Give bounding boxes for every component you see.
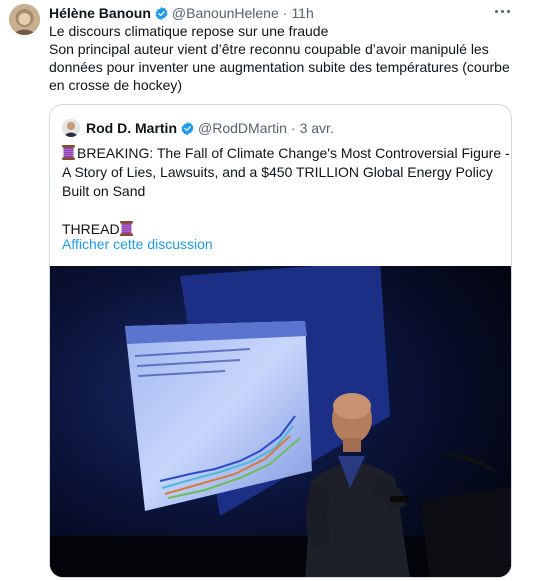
tweet-text-line: Son principal auteur vient d’être reconn… xyxy=(49,41,489,57)
quoted-text-line: Built on Sand xyxy=(62,183,146,199)
quoted-author-name: Rod D. Martin xyxy=(86,120,177,136)
more-options-icon[interactable] xyxy=(492,4,512,18)
spool-of-thread-emoji-icon xyxy=(119,221,133,236)
dot-separator: · xyxy=(290,120,296,136)
dot-separator: · xyxy=(282,5,288,21)
quoted-text-span: BREAKING: The Fall of Climate Change's M… xyxy=(77,145,510,161)
quoted-text-line: A Story of Lies, Lawsuits, and a $450 TR… xyxy=(62,164,493,180)
quoted-author-handle: @RodDMartin xyxy=(198,120,287,136)
quoted-tweet-photo[interactable] xyxy=(50,266,511,577)
verified-badge-icon xyxy=(155,6,168,20)
quoted-text-line: BREAKING: The Fall of Climate Change's M… xyxy=(62,144,510,163)
author-name[interactable]: Hélène Banoun xyxy=(49,5,151,21)
tweet-text-line: données pour inventer une augmentation s… xyxy=(49,59,510,75)
quoted-tweet-card[interactable]: Rod D. Martin @RodDMartin · 3 avr. BREAK… xyxy=(49,104,512,578)
spool-of-thread-emoji-icon xyxy=(62,145,75,160)
thread-label: THREAD xyxy=(62,221,120,237)
verified-badge-icon xyxy=(181,121,194,135)
tweet-header: Hélène Banoun @BanounHelene · 11h xyxy=(49,4,314,22)
tweet-text-line: Le discours climatique repose sur une fr… xyxy=(49,23,329,39)
quoted-tweet-text: BREAKING: The Fall of Climate Change's M… xyxy=(62,144,510,239)
tweet-text-line: en crosse de hockey) xyxy=(49,77,183,93)
tweet-time[interactable]: 11h xyxy=(291,5,313,21)
author-avatar[interactable] xyxy=(9,4,40,35)
quoted-tweet-time: 3 avr. xyxy=(299,120,334,136)
quoted-tweet-header: Rod D. Martin @RodDMartin · 3 avr. xyxy=(62,119,334,137)
quoted-author-avatar xyxy=(62,119,80,137)
author-handle[interactable]: @BanounHelene xyxy=(172,5,279,21)
show-thread-link[interactable]: Afficher cette discussion xyxy=(62,236,213,252)
tweet-text: Le discours climatique repose sur une fr… xyxy=(49,22,519,94)
